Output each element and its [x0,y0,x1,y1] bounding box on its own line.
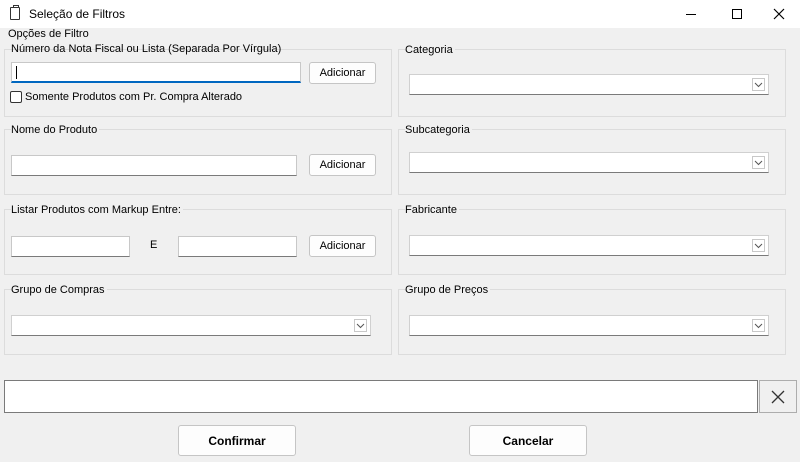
price-group-label: Grupo de Preços [405,284,491,296]
manufacturer-dropdown[interactable] [409,235,769,256]
confirm-button[interactable]: Confirmar [178,425,296,456]
maximize-button[interactable] [714,0,760,28]
markup-add-button[interactable]: Adicionar [309,235,376,257]
minimize-button[interactable] [668,0,714,28]
price-group-dropdown[interactable] [409,315,769,336]
title-bar: Seleção de Filtros [0,0,800,28]
category-dropdown[interactable] [409,74,769,95]
clipboard-icon [10,5,20,20]
product-name-input[interactable] [11,155,297,176]
markup-label: Listar Produtos com Markup Entre: [11,204,183,216]
filter-options-label: Opções de Filtro [8,28,89,40]
markup-to-input[interactable] [178,236,297,257]
maximize-icon [732,9,742,19]
changed-purchase-price-checkbox[interactable] [10,91,22,103]
purchase-group-dropdown[interactable] [11,315,371,336]
manufacturer-label: Fabricante [405,204,459,216]
cancel-button[interactable]: Cancelar [469,425,587,456]
minimize-icon [686,13,696,15]
invoice-add-button[interactable]: Adicionar [309,62,376,84]
close-icon [773,8,785,20]
window-close-button[interactable] [756,0,800,28]
chevron-down-icon [752,78,765,91]
subcategory-label: Subcategoria [405,124,472,136]
window-title: Seleção de Filtros [29,7,126,21]
invoice-label: Número da Nota Fiscal ou Lista (Separada… [11,43,282,55]
product-name-add-button[interactable]: Adicionar [309,154,376,176]
close-icon [771,390,785,403]
filter-summary-field[interactable] [4,380,758,413]
invoice-input[interactable] [11,62,301,83]
markup-from-input[interactable] [11,236,130,257]
markup-and-label: E [150,239,158,251]
text-caret [16,66,17,79]
category-label: Categoria [405,44,455,56]
chevron-down-icon [354,319,367,332]
changed-purchase-price-label: Somente Produtos com Pr. Compra Alterado [25,91,243,103]
chevron-down-icon [752,319,765,332]
chevron-down-icon [752,239,765,252]
subcategory-dropdown[interactable] [409,152,769,173]
clear-filter-button[interactable] [759,380,797,413]
purchase-group-label: Grupo de Compras [11,284,107,296]
product-name-label: Nome do Produto [11,124,100,136]
chevron-down-icon [752,156,765,169]
